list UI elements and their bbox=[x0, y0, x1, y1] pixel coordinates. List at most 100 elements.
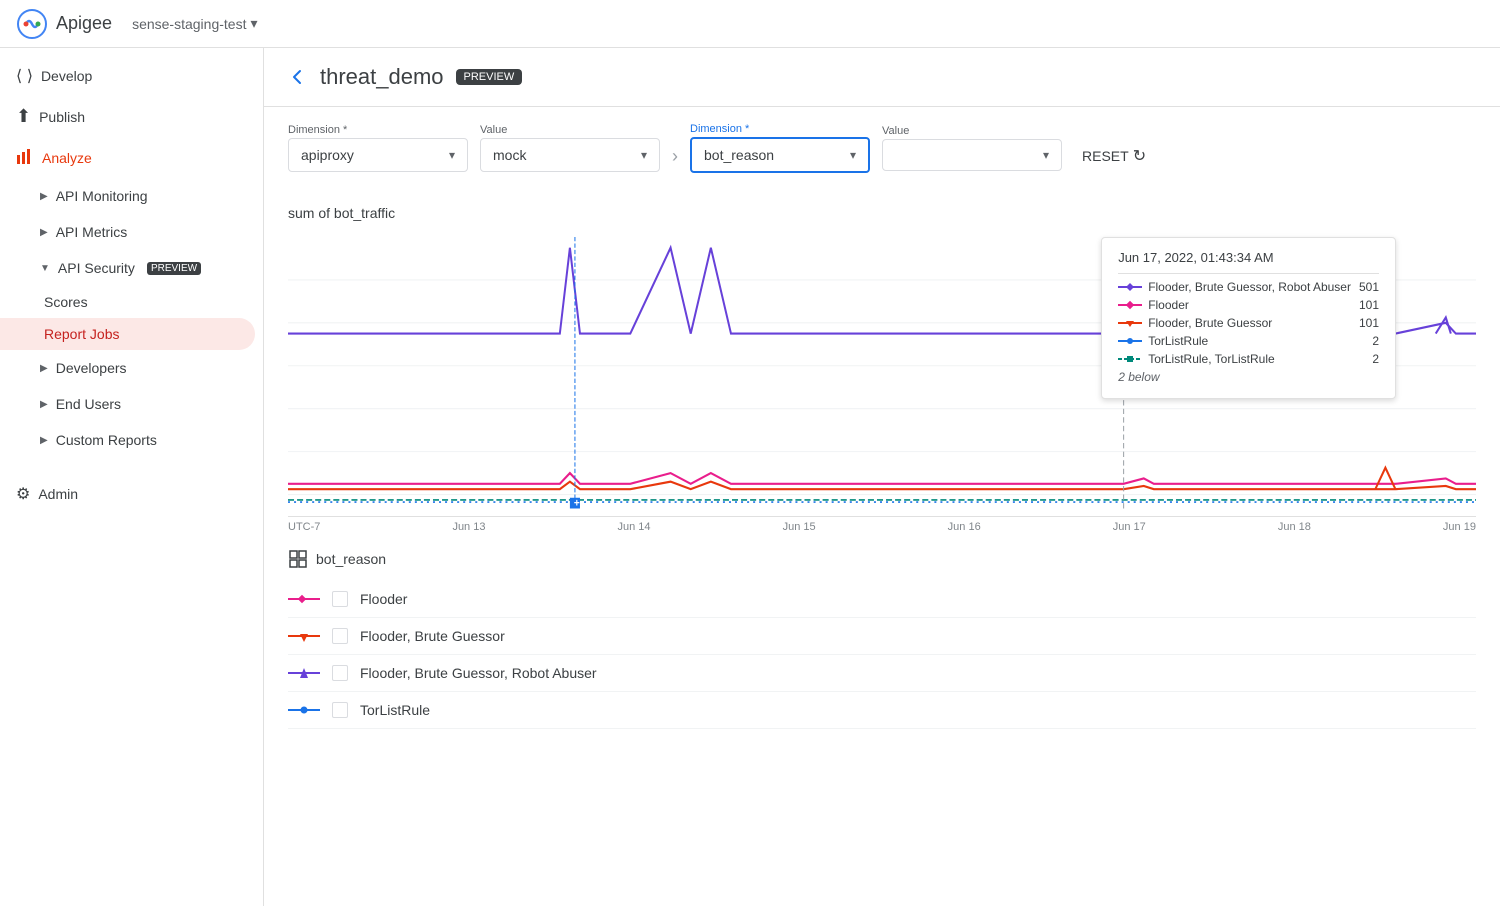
sidebar-item-report-jobs[interactable]: Report Jobs bbox=[0, 318, 255, 350]
sidebar-item-api-security[interactable]: ▼ API Security PREVIEW bbox=[0, 250, 263, 286]
tooltip-label-text: TorListRule, TorListRule bbox=[1148, 352, 1275, 366]
dimension2-select[interactable]: bot_reason ▾ bbox=[690, 137, 870, 173]
legend-title: bot_reason bbox=[288, 549, 1476, 569]
legend-checkbox-flooder[interactable] bbox=[332, 591, 348, 607]
tooltip-row: TorListRule, TorListRule 2 bbox=[1118, 350, 1379, 368]
value1-label: Value bbox=[480, 124, 660, 136]
legend-label-flooder: Flooder bbox=[360, 591, 407, 607]
chart-title: sum of bot_traffic bbox=[288, 205, 1476, 221]
x-label-jun17: Jun 17 bbox=[1113, 521, 1146, 533]
legend-row-flooder: Flooder bbox=[288, 581, 1476, 618]
preview-badge: PREVIEW bbox=[456, 69, 523, 85]
sidebar-item-api-metrics[interactable]: ▶ API Metrics bbox=[0, 214, 263, 250]
expand-icon-end-users: ▶ bbox=[40, 399, 48, 410]
x-label-jun15: Jun 15 bbox=[783, 521, 816, 533]
legend-label-flooder-brute-robot: Flooder, Brute Guessor, Robot Abuser bbox=[360, 665, 597, 681]
legend-label-flooder-brute: Flooder, Brute Guessor bbox=[360, 628, 505, 644]
tooltip-label: TorListRule, TorListRule bbox=[1118, 352, 1275, 366]
chevron-down-icon: ▾ bbox=[250, 15, 257, 32]
legend-checkbox-tor[interactable] bbox=[332, 702, 348, 718]
tooltip-row: TorListRule 2 bbox=[1118, 332, 1379, 350]
legend-row-tor: TorListRule bbox=[288, 692, 1476, 729]
page-title: threat_demo bbox=[320, 64, 444, 90]
code-icon: ⟨ ⟩ bbox=[16, 66, 33, 86]
sidebar-item-analyze[interactable]: Analyze bbox=[0, 137, 263, 178]
legend-title-text: bot_reason bbox=[316, 551, 386, 567]
legend-row-flooder-brute: Flooder, Brute Guessor bbox=[288, 618, 1476, 655]
tooltip-row: Flooder 101 bbox=[1118, 296, 1379, 314]
value2-select[interactable]: ▾ bbox=[882, 139, 1062, 171]
tooltip-row: Flooder, Brute Guessor, Robot Abuser 501 bbox=[1118, 278, 1379, 296]
sidebar-item-developers[interactable]: ▶ Developers bbox=[0, 350, 263, 386]
sidebar-label-developers: Developers bbox=[56, 360, 127, 376]
dimension1-label: Dimension * bbox=[288, 124, 468, 136]
svg-text:+: + bbox=[574, 498, 580, 509]
legend-row-flooder-brute-robot: Flooder, Brute Guessor, Robot Abuser bbox=[288, 655, 1476, 692]
app-logo: Apigee bbox=[16, 8, 112, 40]
sidebar-item-custom-reports[interactable]: ▶ Custom Reports bbox=[0, 422, 263, 458]
chart-x-labels: UTC-7 Jun 13 Jun 14 Jun 15 Jun 16 Jun 17… bbox=[288, 519, 1476, 533]
line-icon-pink bbox=[1118, 299, 1142, 311]
expand-icon-api-metrics: ▶ bbox=[40, 227, 48, 238]
tooltip-label-text: Flooder, Brute Guessor, Robot Abuser bbox=[1148, 280, 1351, 294]
chart-container: + UTC-7 Jun 13 Jun 14 Jun 15 Jun 16 Jun … bbox=[288, 237, 1476, 517]
api-security-preview-badge: PREVIEW bbox=[147, 262, 201, 275]
sidebar-item-develop[interactable]: ⟨ ⟩ Develop bbox=[0, 56, 263, 96]
line-icon-red bbox=[1118, 317, 1142, 329]
sidebar-item-api-monitoring[interactable]: ▶ API Monitoring bbox=[0, 178, 263, 214]
sidebar-item-admin[interactable]: ⚙ Admin bbox=[0, 474, 263, 514]
tooltip-label-text: Flooder, Brute Guessor bbox=[1148, 316, 1272, 330]
filter-arrow-divider: › bbox=[672, 146, 678, 167]
line-icon-purple bbox=[1118, 281, 1142, 293]
sidebar-label-api-monitoring: API Monitoring bbox=[56, 188, 148, 204]
apigee-logo-icon bbox=[16, 8, 48, 40]
sidebar-label-scores: Scores bbox=[44, 294, 88, 310]
tooltip-label-text: TorListRule bbox=[1148, 334, 1208, 348]
tooltip-value: 2 bbox=[1372, 352, 1379, 366]
org-name: sense-staging-test bbox=[132, 16, 246, 32]
tooltip-value: 2 bbox=[1372, 334, 1379, 348]
content-header: threat_demo PREVIEW bbox=[264, 48, 1500, 107]
sidebar-item-scores[interactable]: Scores bbox=[0, 286, 255, 318]
sidebar: ⟨ ⟩ Develop ⬆ Publish Analyze ▶ API Moni… bbox=[0, 48, 264, 906]
expand-icon-custom-reports: ▶ bbox=[40, 435, 48, 446]
sidebar-item-publish[interactable]: ⬆ Publish bbox=[0, 96, 263, 137]
dimension2-label: Dimension * bbox=[690, 123, 870, 135]
chart-area: sum of bot_traffic bbox=[264, 189, 1500, 533]
content-area: threat_demo PREVIEW Dimension * apiproxy… bbox=[264, 48, 1500, 906]
chevron-down-icon: ▾ bbox=[1043, 148, 1049, 162]
legend-icon-tor bbox=[288, 702, 320, 718]
dimension1-value: apiproxy bbox=[301, 147, 354, 163]
back-button[interactable] bbox=[288, 67, 308, 87]
reset-button[interactable]: RESET ↻ bbox=[1074, 142, 1154, 170]
org-selector[interactable]: sense-staging-test ▾ bbox=[124, 11, 265, 36]
legend-label-tor: TorListRule bbox=[360, 702, 430, 718]
main-layout: ⟨ ⟩ Develop ⬆ Publish Analyze ▶ API Moni… bbox=[0, 48, 1500, 906]
legend-checkbox-flooder-brute-robot[interactable] bbox=[332, 665, 348, 681]
dimension2-value: bot_reason bbox=[704, 147, 774, 163]
sidebar-item-end-users[interactable]: ▶ End Users bbox=[0, 386, 263, 422]
sidebar-label-custom-reports: Custom Reports bbox=[56, 432, 157, 448]
dimension1-select[interactable]: apiproxy ▾ bbox=[288, 138, 468, 172]
tooltip-label: Flooder, Brute Guessor bbox=[1118, 316, 1272, 330]
dimension2-group: Dimension * bot_reason ▾ bbox=[690, 123, 870, 173]
tooltip-value: 501 bbox=[1359, 280, 1379, 294]
tooltip-label-text: Flooder bbox=[1148, 298, 1189, 312]
sidebar-label-analyze: Analyze bbox=[42, 150, 92, 166]
publish-icon: ⬆ bbox=[16, 106, 31, 127]
value2-label: Value bbox=[882, 125, 1062, 137]
legend-grid-icon bbox=[288, 549, 308, 569]
expand-icon-api-security: ▼ bbox=[40, 263, 50, 274]
expand-icon-developers: ▶ bbox=[40, 363, 48, 374]
sidebar-label-api-metrics: API Metrics bbox=[56, 224, 128, 240]
chart-icon bbox=[16, 147, 34, 168]
chevron-down-icon: ▾ bbox=[449, 148, 455, 162]
value1-select[interactable]: mock ▾ bbox=[480, 138, 660, 172]
tooltip-divider bbox=[1118, 273, 1379, 274]
x-label-jun19: Jun 19 bbox=[1443, 521, 1476, 533]
chevron-down-icon: ▾ bbox=[641, 148, 647, 162]
expand-icon-api-monitoring: ▶ bbox=[40, 191, 48, 202]
tooltip-row-below: 2 below bbox=[1118, 368, 1379, 386]
sidebar-label-publish: Publish bbox=[39, 109, 85, 125]
legend-checkbox-flooder-brute[interactable] bbox=[332, 628, 348, 644]
